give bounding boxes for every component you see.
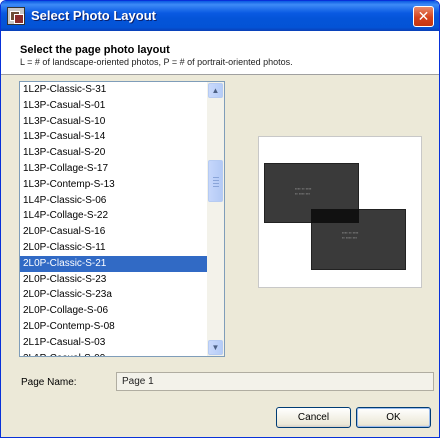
- header-title: Select the page photo layout: [20, 44, 170, 56]
- grip-line: [213, 177, 219, 178]
- layout-list-item[interactable]: 2L0P-Classic-S-23: [20, 272, 208, 288]
- layout-list-item[interactable]: 2L0P-Classic-S-23a: [20, 287, 208, 303]
- page-name-field: Page 1: [116, 372, 434, 391]
- grip-line: [213, 180, 219, 181]
- layout-list-item[interactable]: 2L1P-Casual-S-03: [20, 335, 208, 351]
- grip-line: [213, 186, 219, 187]
- title-bar[interactable]: Select Photo Layout ✕: [1, 1, 439, 31]
- photo-overlap-region: [311, 209, 359, 223]
- layout-list-items: 1L2P-Classic-S-31 1L3P-Casual-S-01 1L3P-Ca…: [20, 82, 208, 356]
- scroll-down-button[interactable]: ▼: [208, 340, 223, 355]
- layout-list-item[interactable]: 1L4P-Collage-S-22: [20, 208, 208, 224]
- layout-list-item[interactable]: 2L0P-Casual-S-16: [20, 224, 208, 240]
- photo-placeholder-text: ▪▪▪▪ ▪▪ ▪▪▪▪ ▪▪ ▪▪▪▪ ▪▪▪: [342, 230, 359, 240]
- select-photo-layout-dialog: Select Photo Layout ✕ Select the page ph…: [0, 0, 440, 438]
- scroll-up-button[interactable]: ▲: [208, 83, 223, 98]
- layout-list-item[interactable]: 2L0P-Classic-S-21: [20, 255, 208, 272]
- photo-app-icon: [7, 7, 25, 25]
- ok-button[interactable]: OK: [356, 407, 431, 428]
- layout-list-scrollbar[interactable]: ▲ ▼: [207, 82, 224, 356]
- layout-list-item[interactable]: 1L3P-Casual-S-10: [20, 114, 208, 130]
- layout-list-item[interactable]: 1L3P-Collage-S-17: [20, 161, 208, 177]
- grip-line: [213, 183, 219, 184]
- scroll-thumb[interactable]: [208, 160, 223, 202]
- layout-list-item[interactable]: 1L4P-Classic-S-06: [20, 193, 208, 209]
- layout-list-item[interactable]: 1L3P-Casual-S-14: [20, 129, 208, 145]
- layout-list[interactable]: 1L2P-Classic-S-31 1L3P-Casual-S-01 1L3P-Ca…: [19, 81, 225, 357]
- layout-preview: ▪▪▪▪ ▪▪ ▪▪▪▪ ▪▪ ▪▪▪▪ ▪▪▪ ▪▪▪▪ ▪▪ ▪▪▪▪ ▪▪ ▪…: [258, 136, 422, 288]
- layout-list-item[interactable]: 1L2P-Classic-S-31: [20, 82, 208, 98]
- close-button[interactable]: ✕: [413, 6, 434, 27]
- layout-list-item[interactable]: 2L1P-Casual-S-09: [20, 351, 208, 356]
- photo-placeholder-text: ▪▪▪▪ ▪▪ ▪▪▪▪ ▪▪ ▪▪▪▪ ▪▪▪: [295, 186, 312, 196]
- page-name-label: Page Name:: [21, 377, 77, 388]
- window-title: Select Photo Layout: [31, 8, 156, 23]
- cancel-button[interactable]: Cancel: [276, 407, 351, 428]
- layout-list-item[interactable]: 2L0P-Classic-S-11: [20, 240, 208, 256]
- header-subtitle: L = # of landscape-oriented photos, P = …: [20, 57, 293, 67]
- layout-list-item[interactable]: 1L3P-Casual-S-01: [20, 98, 208, 114]
- dialog-header: Select the page photo layout L = # of la…: [1, 31, 439, 75]
- layout-list-item[interactable]: 2L0P-Collage-S-06: [20, 303, 208, 319]
- layout-list-item[interactable]: 1L3P-Contemp-S-13: [20, 177, 208, 193]
- layout-list-item[interactable]: 2L0P-Contemp-S-08: [20, 319, 208, 335]
- layout-list-item[interactable]: 1L3P-Casual-S-20: [20, 145, 208, 161]
